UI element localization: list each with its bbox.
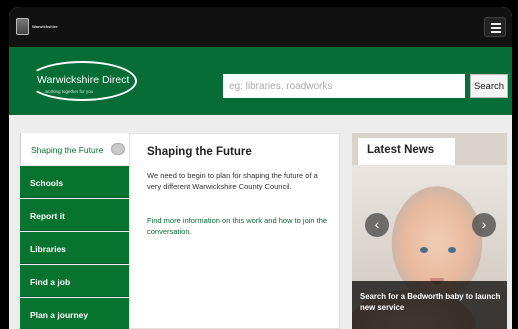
site-header: Warwickshire Direct working together for… [9,47,512,115]
sidebar-item-schools[interactable]: Schools [20,166,129,198]
sidebar-item-label: Report it [30,211,65,221]
brand-tagline: working together for you [45,89,94,94]
sidebar-item-plan-a-journey[interactable]: Plan a journey [20,298,129,329]
baby-eye [448,247,456,253]
hamburger-icon [491,27,501,29]
sidebar-item-find-a-job[interactable]: Find a job [20,265,129,297]
sidebar-nav: Shaping the Future Schools Report it Lib… [20,133,129,329]
toggle-icon [111,143,125,155]
council-logo-text: Warwickshire [32,24,58,29]
sidebar-item-label: Shaping the Future [31,145,104,155]
sidebar-item-label: Plan a journey [30,310,89,320]
news-title: Latest News [367,144,435,156]
chevron-right-icon[interactable]: › [472,213,496,237]
chevron-left-icon[interactable]: ‹ [365,213,389,237]
screen: Warwickshire Warwickshire Direct working… [9,7,512,329]
crest-icon [16,18,29,35]
menu-button[interactable] [484,17,506,37]
news-caption-text: Search for a Bedworth baby to launch new… [360,292,501,312]
sidebar-item-report-it[interactable]: Report it [20,199,129,231]
hamburger-icon [491,31,501,33]
hamburger-icon [491,23,501,25]
page-title: Shaping the Future [147,146,252,158]
main-content: Shaping the Future We need to begin to p… [129,133,340,329]
sidebar-item-shaping-the-future[interactable]: Shaping the Future [20,133,129,165]
search-input[interactable] [223,74,465,98]
baby-eye [420,247,428,253]
sidebar-item-label: Schools [30,178,64,188]
sidebar-item-label: Libraries [30,244,66,254]
latest-news-panel: Latest News ‹ › Search for a Bedworth ba… [352,133,507,329]
top-bar: Warwickshire [9,7,512,47]
more-info-link[interactable]: Find more information on this work and h… [147,215,329,237]
brand-name: Warwickshire Direct [37,74,130,86]
intro-paragraph: We need to begin to plan for shaping the… [147,171,318,191]
sidebar-item-label: Find a job [30,277,71,287]
news-caption[interactable]: Search for a Bedworth baby to launch new… [352,281,507,329]
council-logo[interactable]: Warwickshire [16,18,58,35]
device-frame: Warwickshire Warwickshire Direct working… [0,0,518,329]
sidebar-item-libraries[interactable]: Libraries [20,232,129,264]
brand-logo[interactable]: Warwickshire Direct working together for… [27,59,137,105]
search-button[interactable]: Search [470,74,508,98]
